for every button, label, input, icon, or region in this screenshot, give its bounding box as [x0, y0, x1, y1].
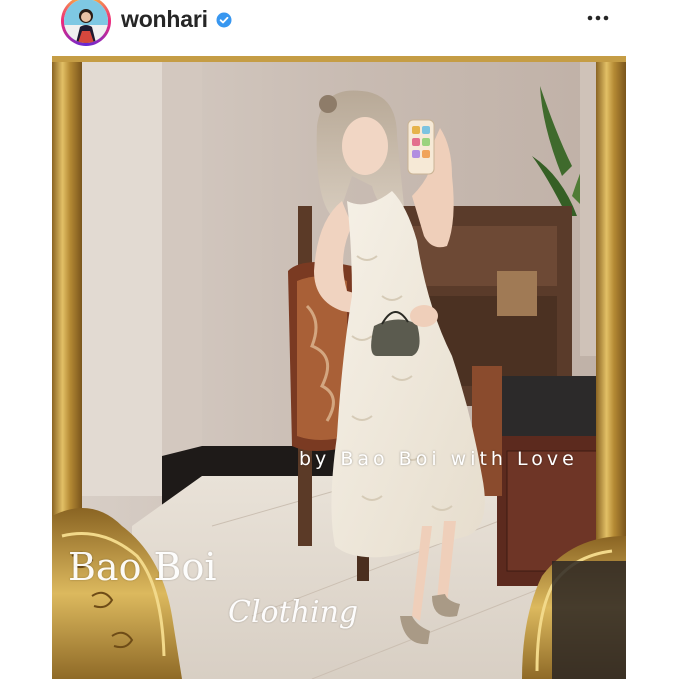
- overlay-caption: by Bao Boi with Love: [299, 448, 578, 470]
- post-photo[interactable]: by Bao Boi with Love Bao Boi Clothing: [52, 56, 626, 679]
- brand-tagline: Clothing: [228, 595, 359, 630]
- username[interactable]: wonhari: [121, 6, 208, 33]
- more-options-icon[interactable]: [585, 8, 611, 28]
- avatar-image: [64, 0, 108, 43]
- avatar[interactable]: [61, 0, 111, 46]
- verified-badge-icon: [216, 12, 232, 28]
- brand-name: Bao Boi: [68, 545, 217, 589]
- post-header: wonhari: [0, 0, 679, 48]
